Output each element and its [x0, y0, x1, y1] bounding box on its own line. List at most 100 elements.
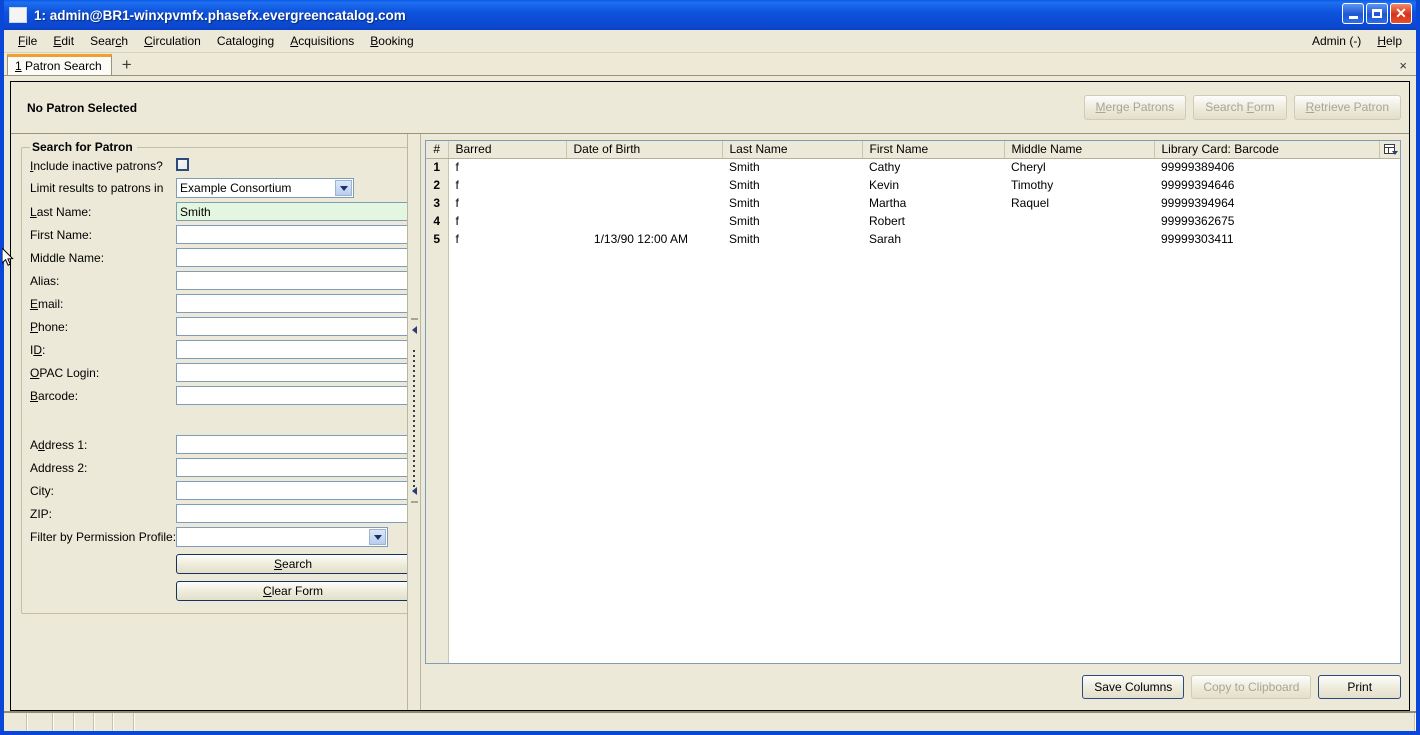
menu-edit[interactable]: Edit [45, 31, 82, 51]
menu-cataloging[interactable]: Cataloging [209, 31, 282, 51]
cell-date-of-birth[interactable] [566, 194, 722, 212]
maximize-button[interactable] [1366, 3, 1388, 24]
form-row-address-2: Address 2: [30, 456, 413, 479]
first-name-input[interactable] [176, 225, 413, 244]
menu-file[interactable]: File [10, 31, 45, 51]
cell-middle-name[interactable] [1004, 230, 1154, 248]
cell-last-name[interactable]: Smith [722, 194, 862, 212]
middle-name-label: Middle Name: [30, 250, 105, 265]
menu-acquisitions[interactable]: Acquisitions [282, 31, 362, 51]
city-input[interactable] [176, 481, 413, 500]
alias-input[interactable] [176, 271, 413, 290]
column-header-barred[interactable]: Barred [447, 141, 566, 159]
print-button[interactable]: Print [1318, 674, 1402, 700]
search-form-button[interactable]: Search Form [1193, 95, 1287, 120]
opac-login-input[interactable] [176, 363, 413, 382]
cell-barcode[interactable]: 99999394646 [1154, 176, 1379, 194]
form-row-last-name: Last Name: [30, 200, 413, 223]
barcode-input[interactable] [176, 386, 413, 405]
column-header-first-name[interactable]: First Name [861, 141, 1004, 159]
cell-last-name[interactable]: Smith [722, 158, 862, 176]
cell-first-name[interactable]: Cathy [862, 158, 1004, 176]
cell-first-name[interactable]: Robert [862, 212, 1004, 230]
phone-input[interactable] [176, 317, 413, 336]
address-2-input[interactable] [176, 458, 413, 477]
window-controls: ✕ [1342, 3, 1412, 24]
menu-booking[interactable]: Booking [362, 31, 421, 51]
column-picker-button[interactable] [1378, 141, 1401, 159]
cell-middle-name[interactable]: Timothy [1004, 176, 1154, 194]
split-container: Search for Patron Include inactive patro… [11, 134, 1409, 710]
patron-search-frame: No Patron Selected Merge Patrons Search … [10, 81, 1410, 711]
cell-barcode[interactable]: 99999303411 [1154, 230, 1379, 248]
new-tab-button[interactable]: + [116, 54, 138, 74]
pane-splitter[interactable] [407, 134, 421, 710]
status-segment-6 [114, 713, 135, 731]
clear-form-button[interactable]: Clear Form [176, 581, 411, 601]
retrieve-patron-button[interactable]: Retrieve Patron [1293, 95, 1401, 120]
row-number: 2 [426, 176, 449, 194]
cell-date-of-birth[interactable]: 1/13/90 12:00 AM [566, 230, 722, 248]
copy-to-clipboard-button[interactable]: Copy to Clipboard [1191, 674, 1312, 700]
permission-profile-combobox[interactable] [176, 527, 389, 547]
middle-name-input[interactable] [176, 248, 413, 267]
close-button[interactable]: ✕ [1390, 3, 1412, 24]
cell-middle-name[interactable]: Cheryl [1004, 158, 1154, 176]
column-header-number[interactable]: # [426, 141, 448, 159]
limit-results-combobox[interactable]: Example Consortium [176, 178, 355, 198]
column-header-date-of-birth[interactable]: Date of Birth [565, 141, 722, 159]
search-group-legend: Search for Patron [32, 140, 133, 154]
cell-date-of-birth[interactable] [566, 212, 722, 230]
chevron-down-icon[interactable] [369, 529, 387, 545]
cell-barred[interactable]: f [448, 212, 566, 230]
grid-empty-area [426, 248, 1401, 663]
cell-first-name[interactable]: Kevin [862, 176, 1004, 194]
form-row-clear-button: Clear Form [30, 576, 412, 603]
cell-last-name[interactable]: Smith [722, 212, 862, 230]
menu-help[interactable]: Help [1369, 31, 1410, 51]
cell-barcode[interactable]: 99999362675 [1154, 212, 1379, 230]
column-header-last-name[interactable]: Last Name [721, 141, 862, 159]
column-header-library-card-barcode[interactable]: Library Card: Barcode [1153, 141, 1380, 159]
patron-status-label: No Patron Selected [27, 100, 138, 115]
collapse-left-arrow-icon-2[interactable] [411, 487, 417, 495]
splitter-grip[interactable] [413, 349, 415, 495]
id-input[interactable] [176, 340, 413, 359]
cell-barcode[interactable]: 99999389406 [1154, 158, 1379, 176]
search-button[interactable]: Search [176, 554, 411, 574]
cell-barred[interactable]: f [448, 230, 566, 248]
cell-barcode[interactable]: 99999394964 [1154, 194, 1379, 212]
cell-date-of-birth[interactable] [566, 158, 722, 176]
column-header-middle-name[interactable]: Middle Name [1003, 141, 1154, 159]
column-picker-icon [1381, 142, 1399, 155]
close-tab-icon[interactable]: × [1399, 59, 1407, 72]
cell-barred[interactable]: f [448, 158, 566, 176]
status-segment-1 [4, 713, 28, 731]
save-columns-button[interactable]: Save Columns [1082, 674, 1185, 700]
cell-first-name[interactable]: Martha [862, 194, 1004, 212]
cell-last-name[interactable]: Smith [722, 230, 862, 248]
cell-middle-name[interactable] [1004, 212, 1154, 230]
email-label: Email: [30, 296, 64, 311]
menu-circulation[interactable]: Circulation [136, 31, 209, 51]
cell-date-of-birth[interactable] [566, 176, 722, 194]
cell-first-name[interactable]: Sarah [862, 230, 1004, 248]
cell-middle-name[interactable]: Raquel [1004, 194, 1154, 212]
phone-label: Phone: [30, 319, 69, 334]
minimize-button[interactable] [1342, 3, 1364, 24]
cell-barred[interactable]: f [448, 194, 566, 212]
cell-barred[interactable]: f [448, 176, 566, 194]
collapse-left-arrow-icon[interactable] [411, 326, 417, 334]
merge-patrons-button[interactable]: Merge Patrons [1083, 95, 1187, 120]
cell-last-name[interactable]: Smith [722, 176, 862, 194]
menu-admin[interactable]: Admin (-) [1304, 31, 1369, 51]
include-inactive-checkbox[interactable] [176, 158, 190, 171]
last-name-input[interactable] [176, 202, 413, 221]
zip-input[interactable] [176, 504, 413, 523]
chevron-down-icon[interactable] [335, 180, 353, 196]
status-segment-2 [28, 713, 54, 731]
email-input[interactable] [176, 294, 413, 313]
menu-search[interactable]: Search [82, 31, 136, 51]
tab-patron-search[interactable]: 1 Patron Search [7, 54, 112, 75]
address-1-input[interactable] [176, 435, 413, 454]
